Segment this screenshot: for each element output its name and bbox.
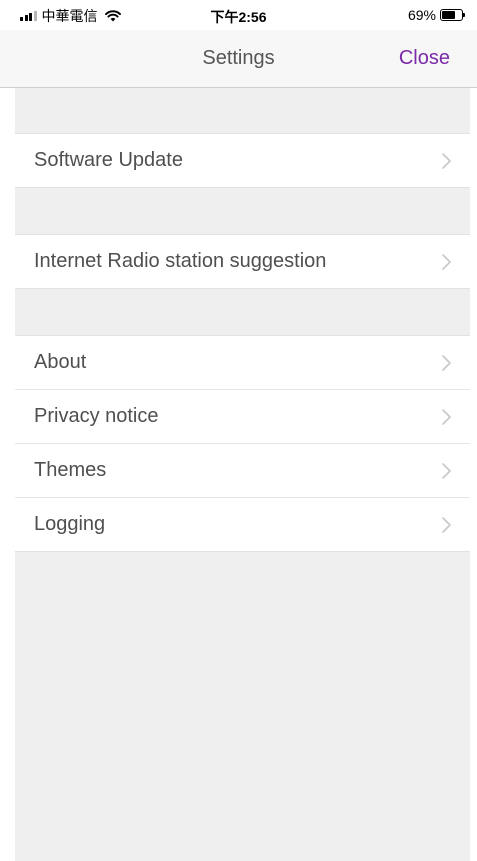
settings-group-update: Software Update (15, 133, 470, 188)
settings-group-info: About Privacy notice Themes Logging (15, 335, 470, 552)
status-time: 下午2:56 (210, 9, 267, 25)
status-bar: 中華電信 下午2:56 69% (0, 0, 477, 30)
settings-screen: 中華電信 下午2:56 69% Settings Close Software … (0, 0, 477, 861)
navigation-bar: Settings Close (0, 30, 477, 88)
software-update-row[interactable]: Software Update (15, 134, 470, 187)
row-label: About (34, 351, 87, 373)
chevron-right-icon (442, 462, 451, 479)
row-label: Software Update (34, 149, 183, 171)
about-row[interactable]: About (15, 336, 470, 389)
row-label: Privacy notice (34, 405, 159, 427)
privacy-notice-row[interactable]: Privacy notice (15, 389, 470, 443)
row-label: Logging (34, 513, 106, 535)
close-button[interactable]: Close (399, 47, 450, 70)
chevron-right-icon (442, 354, 451, 371)
chevron-right-icon (442, 408, 451, 425)
row-label: Themes (34, 459, 107, 481)
logging-row[interactable]: Logging (15, 497, 470, 551)
radio-station-suggestion-row[interactable]: Internet Radio station suggestion (15, 235, 470, 288)
battery-icon (440, 9, 465, 21)
settings-list: Software Update Internet Radio station s… (15, 88, 470, 861)
chevron-right-icon (442, 253, 451, 270)
chevron-right-icon (442, 516, 451, 533)
settings-group-radio: Internet Radio station suggestion (15, 234, 470, 289)
battery-percent: 69% (407, 7, 436, 23)
status-right: 69% (407, 7, 465, 23)
themes-row[interactable]: Themes (15, 443, 470, 497)
row-label: Internet Radio station suggestion (34, 250, 327, 272)
chevron-right-icon (442, 152, 451, 169)
